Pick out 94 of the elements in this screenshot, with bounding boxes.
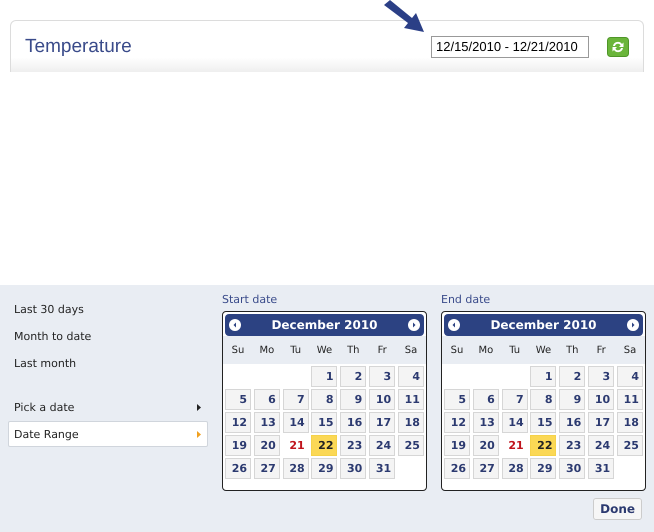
day-cell[interactable]: 15	[530, 412, 556, 433]
day-cell[interactable]: 30	[340, 458, 366, 479]
weekday-label: Mo	[258, 344, 276, 356]
next-month-icon[interactable]	[408, 319, 420, 331]
day-cell[interactable]: 3	[588, 366, 614, 387]
day-cell[interactable]: 14	[502, 412, 528, 433]
weekday-label: Fr	[596, 344, 607, 356]
day-cell[interactable]: 17	[369, 412, 396, 433]
day-cell[interactable]: 1	[311, 366, 338, 387]
day-cell[interactable]: 31	[588, 458, 614, 479]
widget-title: Temperature	[25, 36, 133, 58]
day-cell[interactable]: 8	[530, 389, 556, 410]
menu-item[interactable]: Date Range	[8, 421, 208, 447]
day-cell[interactable]: 7	[282, 389, 309, 410]
day-cell[interactable]: 25	[616, 435, 643, 456]
caret-icon	[197, 430, 201, 438]
day-cell[interactable]: 14	[282, 412, 309, 433]
month-title: December 2010	[490, 318, 597, 332]
day-cell[interactable]: 29	[530, 458, 556, 479]
day-cell[interactable]: 5	[225, 389, 251, 410]
day-cell[interactable]: 8	[311, 389, 338, 410]
day-cell[interactable]: 2	[559, 366, 586, 387]
day-cell[interactable]: 20	[254, 435, 280, 456]
day-cell[interactable]: 28	[282, 458, 309, 479]
day-cell[interactable]: 24	[588, 435, 614, 456]
day-cell[interactable]: 23	[340, 435, 366, 456]
caret-icon	[197, 404, 201, 410]
day-cell[interactable]: 23	[559, 435, 586, 456]
day-cell[interactable]: 1	[530, 366, 556, 387]
weekday-label: We	[534, 344, 552, 356]
day-cell[interactable]: 19	[444, 435, 470, 456]
day-cell[interactable]: 6	[472, 389, 499, 410]
previous-month-icon[interactable]	[229, 319, 241, 331]
done-button[interactable]: Done	[593, 498, 642, 520]
day-cell[interactable]: 22	[311, 435, 338, 456]
day-cell[interactable]: 9	[559, 389, 586, 410]
weekday-label: We	[316, 344, 334, 356]
day-cell[interactable]: 5	[444, 389, 470, 410]
day-cell[interactable]: 6	[254, 389, 280, 410]
day-cell[interactable]: 29	[311, 458, 338, 479]
calendar-label: Start date	[222, 292, 278, 308]
day-cell[interactable]: 10	[588, 389, 614, 410]
day-cell[interactable]: 12	[225, 412, 251, 433]
weekday-label: Mo	[477, 344, 494, 356]
day-cell[interactable]: 18	[398, 412, 424, 433]
day-cell[interactable]: 26	[444, 458, 470, 479]
calendar-label: End date	[441, 292, 492, 308]
day-cell[interactable]: 7	[502, 389, 528, 410]
weekday-label: Th	[565, 344, 580, 356]
day-cell[interactable]: 2	[340, 366, 366, 387]
day-cell[interactable]: 26	[225, 458, 251, 479]
date-range-field[interactable]: 12/15/2010 - 12/21/2010	[431, 36, 589, 58]
menu-item[interactable]: Pick a date	[8, 394, 208, 420]
day-cell[interactable]: 18	[616, 412, 643, 433]
day-cell[interactable]: 16	[340, 412, 366, 433]
day-cell[interactable]: 11	[616, 389, 643, 410]
weekday-label: Fr	[376, 344, 388, 356]
next-month-icon[interactable]	[626, 319, 639, 331]
weekday-label: Tu	[289, 344, 302, 356]
day-cell[interactable]: 30	[559, 458, 586, 479]
weekday-label: Th	[346, 344, 361, 356]
day-cell[interactable]: 12	[444, 412, 470, 433]
day-cell[interactable]: 20	[472, 435, 499, 456]
weekday-label: Sa	[404, 344, 418, 356]
menu-item[interactable]: Last 30 days	[8, 296, 208, 322]
day-cell[interactable]: 4	[398, 366, 424, 387]
month-title: December 2010	[271, 318, 378, 332]
day-cell[interactable]: 10	[369, 389, 396, 410]
day-cell[interactable]: 22	[530, 435, 556, 456]
day-cell[interactable]: 25	[398, 435, 424, 456]
day-cell[interactable]: 3	[369, 366, 396, 387]
day-cell[interactable]: 24	[369, 435, 396, 456]
day-cell[interactable]: 17	[588, 412, 614, 433]
menu-item[interactable]: Month to date	[8, 323, 208, 349]
day-cell[interactable]: 9	[340, 389, 366, 410]
refresh-icon[interactable]	[607, 36, 629, 56]
arrow-icon	[382, 0, 426, 34]
menu-item[interactable]: Last month	[8, 350, 208, 376]
weekday-label: Su	[230, 344, 246, 356]
day-cell[interactable]: 15	[311, 412, 338, 433]
previous-month-icon[interactable]	[448, 319, 460, 331]
day-cell[interactable]: 28	[502, 458, 528, 479]
weekday-label: Tu	[508, 344, 522, 356]
day-cell[interactable]: 16	[559, 412, 586, 433]
day-cell[interactable]: 13	[472, 412, 499, 433]
day-cell[interactable]: 19	[225, 435, 251, 456]
day-cell[interactable]: 13	[254, 412, 280, 433]
day-cell[interactable]: 27	[254, 458, 280, 479]
day-cell[interactable]: 27	[472, 458, 499, 479]
day-cell[interactable]: 4	[616, 366, 643, 387]
weekday-label: Sa	[622, 344, 638, 356]
day-cell[interactable]: 11	[398, 389, 424, 410]
day-cell[interactable]: 31	[369, 458, 396, 479]
weekday-label: Su	[450, 344, 464, 356]
